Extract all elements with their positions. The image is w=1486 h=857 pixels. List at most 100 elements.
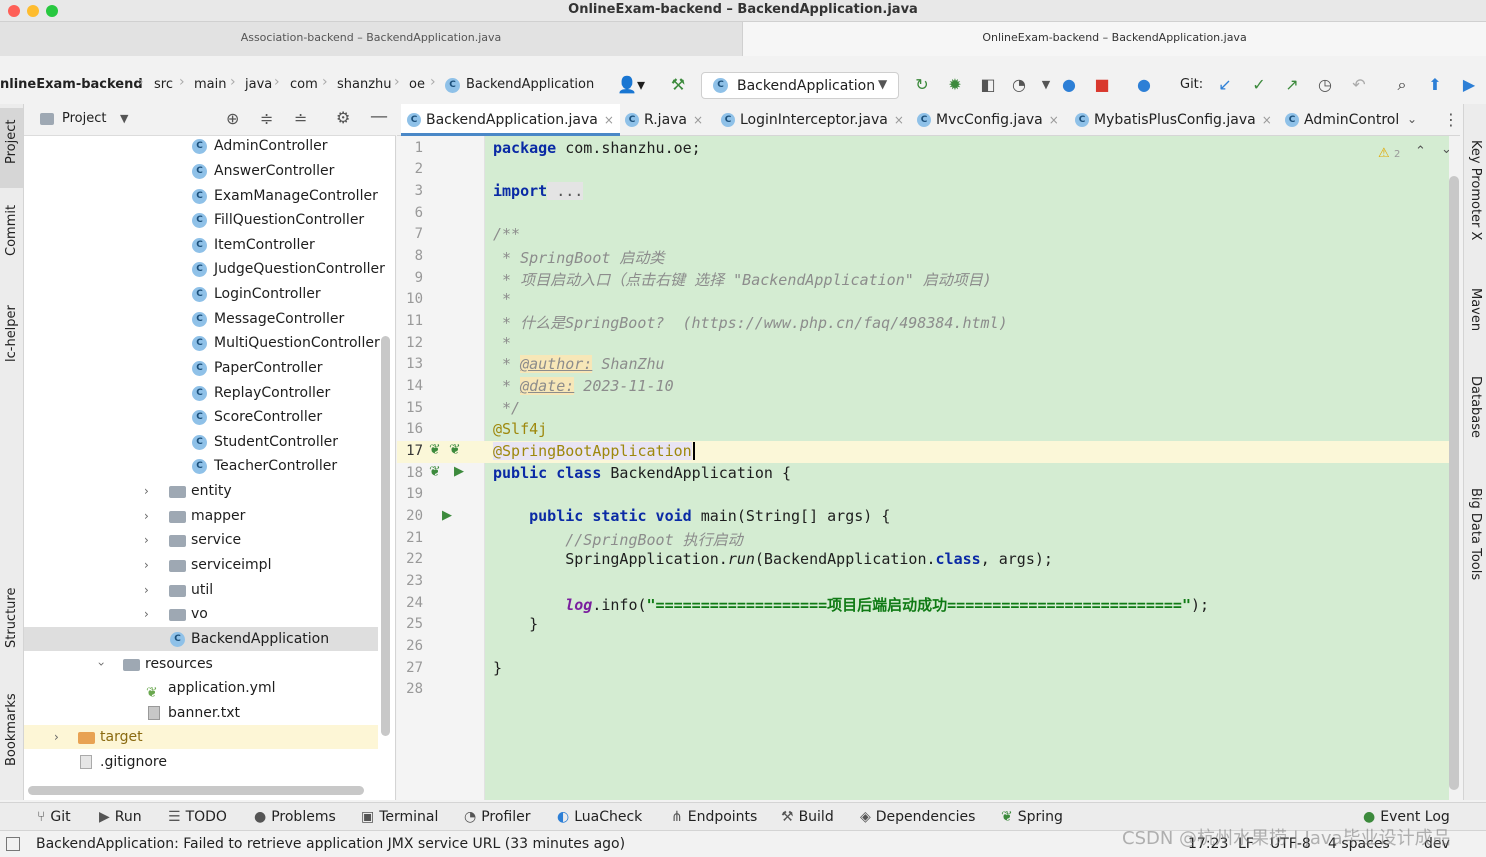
project-tool-tab[interactable]: Project [4,120,19,164]
endpoints-tool-button[interactable]: ⋔ Endpoints [671,809,757,825]
chevron-right-icon[interactable]: › [144,479,149,503]
bookmarks-tool-tab[interactable]: Bookmarks [4,693,19,766]
tree-item-answercontroller[interactable]: C AnswerController [24,159,378,183]
tree-item-studentcontroller[interactable]: C StudentController [24,430,378,454]
event-log-tool-button[interactable]: ● Event Log [1363,809,1450,825]
tree-item-entity[interactable]: › entity [24,479,378,503]
tree-item-vo[interactable]: › vo [24,602,378,626]
todo-tool-button[interactable]: ☰ TODO [168,809,227,825]
spring-bean-icon[interactable]: ❦ [429,442,441,458]
commit-tool-tab[interactable]: Commit [4,205,19,256]
collapse-all-icon[interactable]: ≐ [294,109,307,128]
tree-item-fillquestioncontroller[interactable]: C FillQuestionController [24,208,378,232]
run-gutter-icon[interactable]: ▶ [454,464,464,479]
code-editor[interactable]: package com.shanzhu.oe; import ... /** *… [485,136,1449,800]
git-commit-icon[interactable]: ✓ [1248,74,1270,96]
git-update-icon[interactable]: ↙ [1214,74,1236,96]
breadcrumb-project[interactable]: nlineExam-backend [0,77,143,92]
git-tool-button[interactable]: ⑂ Git [37,809,71,825]
run-configuration-select[interactable]: C BackendApplication ▼ [701,72,899,99]
window-tab-onlineexam[interactable]: OnlineExam-backend – BackendApplication.… [743,22,1486,56]
problems-tool-button[interactable]: ● Problems [254,809,336,825]
run-main-gutter-icon[interactable]: ▶ [442,508,452,523]
tree-item-target[interactable]: › target [24,725,378,749]
tree-item-resources[interactable]: › resources [24,652,378,676]
jetbrains-toolbox-icon[interactable]: ▶ [1458,74,1480,96]
spring-app-icon[interactable]: ❦ [429,464,441,480]
git-push-icon[interactable]: ↗ [1281,74,1303,96]
chevron-right-icon[interactable]: › [144,602,149,626]
tree-item-judgequestioncontroller[interactable]: C JudgeQuestionController [24,257,385,281]
run-tool-button[interactable]: ▶ Run [99,809,142,825]
window-tab-association[interactable]: Association-backend – BackendApplication… [0,22,743,56]
tree-item-admincontroller[interactable]: C AdminController [24,136,378,158]
tree-item-service[interactable]: › service [24,528,378,552]
big-data-tools-tab[interactable]: Big Data Tools [1468,488,1483,580]
tree-item-scorecontroller[interactable]: C ScoreController [24,405,378,429]
build-hammer-icon[interactable]: ⚒ [667,74,689,96]
spring-config-icon[interactable]: ❦ [449,442,461,458]
chevron-right-icon[interactable]: › [144,553,149,577]
expand-all-icon[interactable]: ≑ [260,109,273,128]
tree-item-banner-txt[interactable]: banner.txt [24,701,378,725]
terminal-tool-button[interactable]: ▣ Terminal [361,809,438,825]
rerun-icon[interactable]: ↻ [911,74,933,96]
plugin-icon[interactable]: ● [1133,74,1155,96]
build-tool-button[interactable]: ⚒ Build [781,809,834,825]
close-icon[interactable]: × [1262,113,1272,127]
tree-item-teachercontroller[interactable]: C TeacherController [24,454,378,478]
dependencies-tool-button[interactable]: ◈ Dependencies [860,809,975,825]
close-icon[interactable]: × [604,113,614,127]
coverage-icon[interactable]: ◧ [977,74,999,96]
luacheck-tool-button[interactable]: ◐ LuaCheck [557,809,642,825]
spring-tool-button[interactable]: ❦ Spring [1001,809,1063,825]
stop-icon[interactable]: ■ [1091,74,1113,96]
tree-item-util[interactable]: › util [24,578,378,602]
tree-item-exammanagecontroller[interactable]: C ExamManageController [24,184,378,208]
key-promoter-tool-tab[interactable]: Key Promoter X [1468,140,1483,240]
more-options-icon[interactable]: ⋮ [1443,110,1459,129]
tab-admincontrol[interactable]: C AdminControl [1279,104,1405,136]
toggle-tool-windows-icon[interactable] [6,837,20,851]
update-ide-icon[interactable]: ⬆ [1424,74,1446,96]
chevron-up-icon[interactable]: ⌃ [1415,144,1426,159]
tab-backendapplication-java[interactable]: C BackendApplication.java × [401,104,620,136]
tree-item-application-yml[interactable]: ❦ application.yml [24,676,378,701]
tree-vertical-scrollbar[interactable] [381,336,390,736]
tree-item-papercontroller[interactable]: C PaperController [24,356,378,380]
warning-icon[interactable]: ⚠ [1378,146,1390,161]
breadcrumb-src[interactable]: src [154,77,173,92]
tree-item-gitignore[interactable]: .gitignore [24,750,378,774]
search-icon[interactable]: ⌕ [1391,74,1413,96]
debug-bug-icon[interactable]: ✹ [944,74,966,96]
tree-item-logincontroller[interactable]: C LoginController [24,282,378,306]
gear-icon[interactable]: ⚙ [336,108,350,127]
more-run-chevron-icon[interactable]: ▼ [1035,74,1057,96]
chevron-down-icon[interactable]: › [89,662,113,667]
tree-item-replaycontroller[interactable]: C ReplayController [24,381,378,405]
update-running-icon[interactable]: ● [1058,74,1080,96]
structure-tool-tab[interactable]: Structure [4,588,19,648]
chevron-right-icon[interactable]: › [144,504,149,528]
history-icon[interactable]: ◷ [1314,74,1336,96]
maven-tool-tab[interactable]: Maven [1468,288,1483,331]
chevron-right-icon[interactable]: › [144,528,149,552]
tree-horizontal-scrollbar[interactable] [28,786,364,795]
tab-mybatisplusconfig-java[interactable]: C MybatisPlusConfig.java × [1069,104,1278,136]
breadcrumb-shanzhu[interactable]: shanzhu [337,77,392,92]
editor-scrollbar[interactable] [1449,176,1459,790]
profile-icon[interactable]: ◔ [1008,74,1030,96]
profiler-tool-button[interactable]: ◔ Profiler [464,809,531,825]
breadcrumb-oe[interactable]: oe [409,77,425,92]
project-view-label[interactable]: Project [62,111,106,126]
chevron-down-icon[interactable]: ⌄ [1441,142,1449,157]
close-icon[interactable]: × [693,113,703,127]
breadcrumb-main[interactable]: main [194,77,226,92]
breadcrumb-backendapplication[interactable]: BackendApplication [466,77,594,92]
tab-r-java[interactable]: C R.java × [619,104,709,136]
lc-helper-tool-tab[interactable]: lc-helper [4,305,19,362]
chevron-right-icon[interactable]: › [144,578,149,602]
tab-mvcconfig-java[interactable]: C MvcConfig.java × [911,104,1065,136]
rollback-icon[interactable]: ↶ [1348,74,1370,96]
tree-item-serviceimpl[interactable]: › serviceimpl [24,553,378,577]
